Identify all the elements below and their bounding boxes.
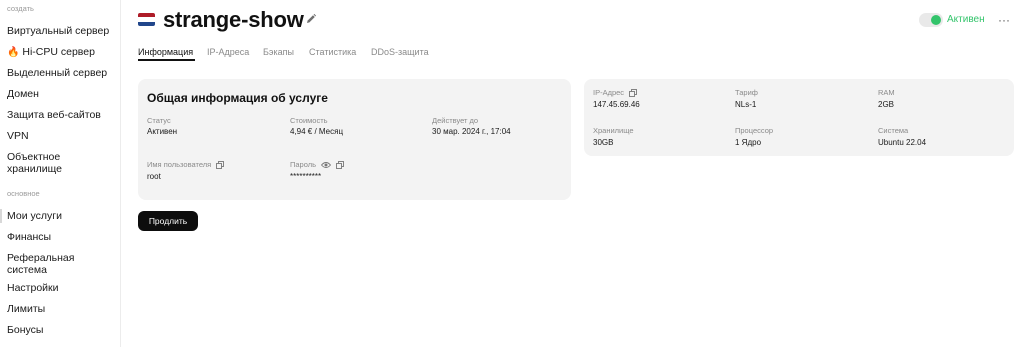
toggle-knob — [931, 15, 941, 25]
status-label: Активен — [947, 14, 985, 25]
status-field-value: Активен — [147, 127, 178, 136]
sidebar-item-vpn[interactable]: VPN — [7, 130, 119, 142]
cpu-field-value: 1 Ядро — [735, 138, 762, 147]
active-tab-underline — [138, 59, 195, 61]
more-icon[interactable]: ··· — [998, 13, 1010, 27]
tariff-field-value: NLs-1 — [735, 100, 757, 109]
active-indicator — [0, 209, 2, 223]
ip-label-text: IP-Адрес — [593, 88, 625, 97]
fire-icon: 🔥 — [7, 47, 20, 58]
cost-field-label: Стоимость — [290, 116, 328, 125]
eye-icon[interactable] — [321, 161, 332, 169]
sidebar-section-main: основное — [7, 189, 40, 198]
password-field-label: Пароль — [290, 160, 345, 169]
os-field-value: Ubuntu 22.04 — [878, 138, 927, 147]
sidebar-section-create: создать — [7, 4, 34, 13]
cpu-field-label: Процессор — [735, 126, 774, 135]
tab-ip-addresses[interactable]: IP-Адреса — [207, 47, 249, 57]
sidebar-item-hi-cpu-server[interactable]: 🔥 Hi-CPU сервер — [7, 46, 119, 59]
copy-icon[interactable] — [629, 89, 638, 97]
sidebar-item-domain[interactable]: Домен — [7, 88, 119, 100]
os-field-label: Система — [878, 126, 909, 135]
sidebar-item-finance[interactable]: Финансы — [7, 231, 119, 243]
tab-backups[interactable]: Бэкапы — [263, 47, 294, 57]
tab-statistics[interactable]: Статистика — [309, 47, 356, 57]
ram-field-label: RAM — [878, 88, 895, 97]
netherlands-flag-icon — [138, 13, 155, 26]
sidebar-item-limits[interactable]: Лимиты — [7, 303, 119, 315]
username-label-text: Имя пользователя — [147, 160, 212, 169]
sidebar: создать Виртуальный сервер 🔥 Hi-CPU серв… — [0, 0, 121, 347]
storage-field-value: 30GB — [593, 138, 614, 147]
sidebar-item-label: Hi-CPU сервер — [22, 46, 95, 58]
tab-ddos-protection[interactable]: DDoS-защита — [371, 47, 429, 57]
storage-field-label: Хранилище — [593, 126, 634, 135]
username-field-label: Имя пользователя — [147, 160, 225, 169]
sidebar-item-object-storage[interactable]: Объектное хранилище — [7, 151, 87, 175]
general-info-card: Общая информация об услуге Статус Активе… — [138, 79, 571, 200]
renew-button[interactable]: Продлить — [138, 211, 198, 231]
sidebar-item-bonuses[interactable]: Бонусы — [7, 324, 119, 336]
ip-field-value: 147.45.69.46 — [593, 100, 640, 109]
sidebar-item-website-protection[interactable]: Защита веб-сайтов — [7, 109, 119, 121]
ip-field-label: IP-Адрес — [593, 88, 638, 97]
ram-field-value: 2GB — [878, 100, 895, 109]
tariff-field-label: Тариф — [735, 88, 758, 97]
sidebar-item-settings[interactable]: Настройки — [7, 282, 119, 294]
sidebar-item-referral[interactable]: Реферальная система — [7, 252, 87, 276]
valid-until-value: 30 мар. 2024 г., 17:04 — [432, 127, 511, 136]
copy-icon[interactable] — [336, 161, 345, 169]
status-field-label: Статус — [147, 116, 171, 125]
copy-icon[interactable] — [216, 161, 225, 169]
username-field-value: root — [147, 172, 161, 181]
password-label-text: Пароль — [290, 160, 317, 169]
card-title: Общая информация об услуге — [147, 91, 328, 105]
pencil-icon[interactable] — [305, 13, 317, 25]
cost-field-value: 4,94 € / Месяц — [290, 127, 344, 136]
sidebar-item-my-services[interactable]: Мои услуги — [7, 210, 119, 222]
sidebar-item-virtual-server[interactable]: Виртуальный сервер — [7, 25, 119, 37]
page-title: strange-show — [163, 7, 304, 32]
valid-until-label: Действует до — [432, 116, 479, 125]
password-field-value: ********** — [290, 172, 322, 181]
tab-info[interactable]: Информация — [138, 47, 193, 57]
sidebar-item-dedicated-server[interactable]: Выделенный сервер — [7, 67, 119, 79]
server-specs-card: IP-Адрес 147.45.69.46 Тариф NLs-1 RAM 2G… — [584, 79, 1014, 156]
status-toggle[interactable] — [919, 13, 943, 27]
